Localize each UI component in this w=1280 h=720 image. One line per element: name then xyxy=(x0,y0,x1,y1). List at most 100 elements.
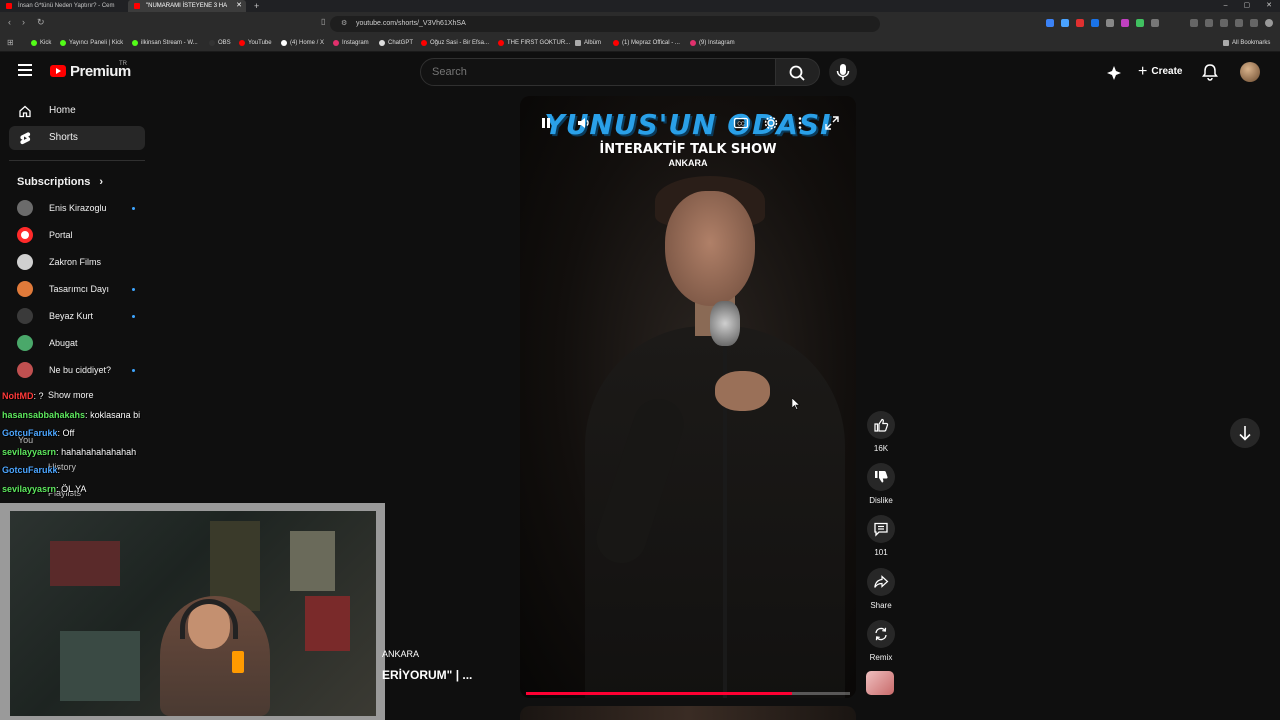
extension-icon[interactable] xyxy=(1061,19,1069,27)
all-bookmarks-folder[interactable]: All Bookmarks xyxy=(1223,34,1270,52)
bookmark-item[interactable]: THE FIRST GOKTUR... xyxy=(498,34,570,52)
extension-icon[interactable] xyxy=(1106,19,1114,27)
extension-icon[interactable] xyxy=(1220,19,1228,27)
search-input[interactable] xyxy=(420,58,776,86)
notifications-bell-icon[interactable] xyxy=(1202,63,1218,86)
new-content-dot xyxy=(132,369,135,372)
thumbs-down-icon xyxy=(875,471,888,483)
profile-icon[interactable] xyxy=(1265,19,1273,27)
subscription-item[interactable]: Beyaz Kurt xyxy=(17,308,147,328)
bookmark-favicon-icon xyxy=(281,40,287,46)
back-icon[interactable]: ‹ xyxy=(8,17,11,27)
search-button[interactable] xyxy=(776,58,820,86)
next-short-preview[interactable] xyxy=(520,706,856,720)
sound-thumbnail[interactable] xyxy=(866,671,894,695)
next-short-button[interactable] xyxy=(1230,418,1260,448)
subscription-item[interactable]: Abugat xyxy=(17,335,147,355)
show-more-button[interactable]: Show more xyxy=(48,390,94,400)
more-options-icon[interactable] xyxy=(792,115,808,131)
bookmarks-bar: ⊞ Kick Yayıncı Paneli | Kick ilkinsan St… xyxy=(0,34,1280,52)
sidebar-item-home[interactable]: Home xyxy=(9,99,145,123)
subscription-item[interactable]: Enis Kirazoglu xyxy=(17,200,147,220)
bookmark-item[interactable]: (1) Mepraz Offical - ... xyxy=(613,34,680,52)
captions-icon[interactable]: CC xyxy=(733,115,749,131)
extension-icon[interactable] xyxy=(1046,19,1054,27)
subscription-item[interactable]: Ne bu ciddiyet? xyxy=(17,362,147,382)
sidebar-item-label: Shorts xyxy=(49,132,78,143)
chat-message: NoItMD: ? xyxy=(2,391,44,401)
extension-icon[interactable] xyxy=(1151,19,1159,27)
bookmark-item[interactable]: Yayıncı Paneli | Kick xyxy=(60,34,123,52)
bookmark-item[interactable]: Kick xyxy=(31,34,51,52)
channel-avatar xyxy=(17,335,33,351)
chevron-right-icon: › xyxy=(99,176,104,188)
extension-icon[interactable] xyxy=(1235,19,1243,27)
reload-icon[interactable]: ↻ xyxy=(37,17,45,28)
bookmark-item[interactable]: Oğuz Sasi - Bir Efsa... xyxy=(421,34,489,52)
share-button[interactable]: Share xyxy=(866,568,896,610)
apps-grid-icon[interactable]: ⊞ xyxy=(7,38,14,47)
subscriptions-header[interactable]: Subscriptions › xyxy=(17,176,103,188)
voice-search-button[interactable] xyxy=(829,58,857,86)
url-field[interactable]: youtube.com/shorts/_V3Vh61XhSA xyxy=(330,16,880,32)
close-tab-icon[interactable]: ✕ xyxy=(236,0,242,12)
bookmark-item[interactable]: ChatGPT xyxy=(379,34,413,52)
sidepanel-icon[interactable]: ▯ xyxy=(321,17,325,26)
youtube-favicon-icon xyxy=(6,3,12,9)
bookmark-folder[interactable]: Albüm xyxy=(575,34,601,52)
extension-icon[interactable] xyxy=(1250,19,1258,27)
pause-icon[interactable] xyxy=(538,115,554,131)
shorts-video-player[interactable]: YUNUS'UN ODASI İNTERAKTİF TALK SHOW ANKA… xyxy=(520,96,856,698)
extension-icon[interactable] xyxy=(1205,19,1213,27)
volume-icon[interactable] xyxy=(576,115,592,131)
bookmark-item[interactable]: YouTube xyxy=(239,34,272,52)
arrow-down-icon xyxy=(1239,426,1251,441)
browser-tab-active[interactable]: "NUMARAMI İSTEYENE 3 HA ✕ xyxy=(128,0,246,12)
create-label: Create xyxy=(1151,66,1183,77)
settings-gear-icon[interactable] xyxy=(763,115,779,131)
bookmark-item[interactable]: (4) Home / X xyxy=(281,34,324,52)
bookmark-item[interactable]: (9) Instagram xyxy=(690,34,735,52)
menu-icon[interactable] xyxy=(18,64,32,78)
account-avatar[interactable] xyxy=(1240,62,1260,82)
subscription-item[interactable]: Portal xyxy=(17,227,147,247)
extension-icon[interactable] xyxy=(1190,19,1198,27)
chat-message: sevilayyasrn: ÖL YA xyxy=(2,484,87,494)
extension-icon[interactable] xyxy=(1136,19,1144,27)
bookmark-item[interactable]: Instagram xyxy=(333,34,369,52)
sidebar-item-label: Home xyxy=(49,105,76,116)
comments-button[interactable]: 101 xyxy=(866,515,896,557)
sparkle-icon[interactable] xyxy=(1106,65,1122,86)
bookmark-favicon-icon xyxy=(379,40,385,46)
short-caption-title[interactable]: ERİYORUM" | ... xyxy=(382,668,472,682)
minimize-icon[interactable]: – xyxy=(1224,0,1228,12)
dislike-button[interactable]: Dislike xyxy=(866,463,896,505)
extension-icon[interactable] xyxy=(1091,19,1099,27)
create-button[interactable]: + Create xyxy=(1132,60,1188,84)
subscription-item[interactable]: Zakron Films xyxy=(17,254,147,274)
bookmark-item[interactable]: OBS xyxy=(209,34,231,52)
region-code: TR xyxy=(119,61,127,67)
maximize-icon[interactable]: ▢ xyxy=(1244,0,1251,12)
site-info-icon[interactable]: ⚙ xyxy=(341,19,347,27)
bookmark-favicon-icon xyxy=(209,40,215,46)
plus-icon: + xyxy=(1138,63,1148,80)
phone-object xyxy=(232,651,244,673)
chat-message: GotcuFarukk: Off xyxy=(2,428,75,438)
like-button[interactable]: 16K xyxy=(866,411,896,453)
extension-icon[interactable] xyxy=(1121,19,1129,27)
remix-button[interactable]: Remix xyxy=(866,620,896,662)
extension-icon[interactable] xyxy=(1076,19,1084,27)
forward-icon[interactable]: › xyxy=(22,17,25,27)
browser-tab[interactable]: İnsan G*tünü Neden Yaptırır? - Cem xyxy=(0,0,126,12)
channel-avatar xyxy=(17,227,33,243)
new-content-dot xyxy=(132,288,135,291)
video-progress-track[interactable] xyxy=(526,692,850,695)
sidebar-item-shorts[interactable]: Shorts xyxy=(9,126,145,150)
youtube-logo-icon[interactable] xyxy=(50,65,66,77)
new-tab-button[interactable]: + xyxy=(250,0,264,12)
bookmark-item[interactable]: ilkinsan Stream - W... xyxy=(132,34,198,52)
fullscreen-icon[interactable] xyxy=(824,115,840,131)
close-window-icon[interactable]: ✕ xyxy=(1266,0,1272,12)
subscription-item[interactable]: Tasarımcı Dayı xyxy=(17,281,147,301)
